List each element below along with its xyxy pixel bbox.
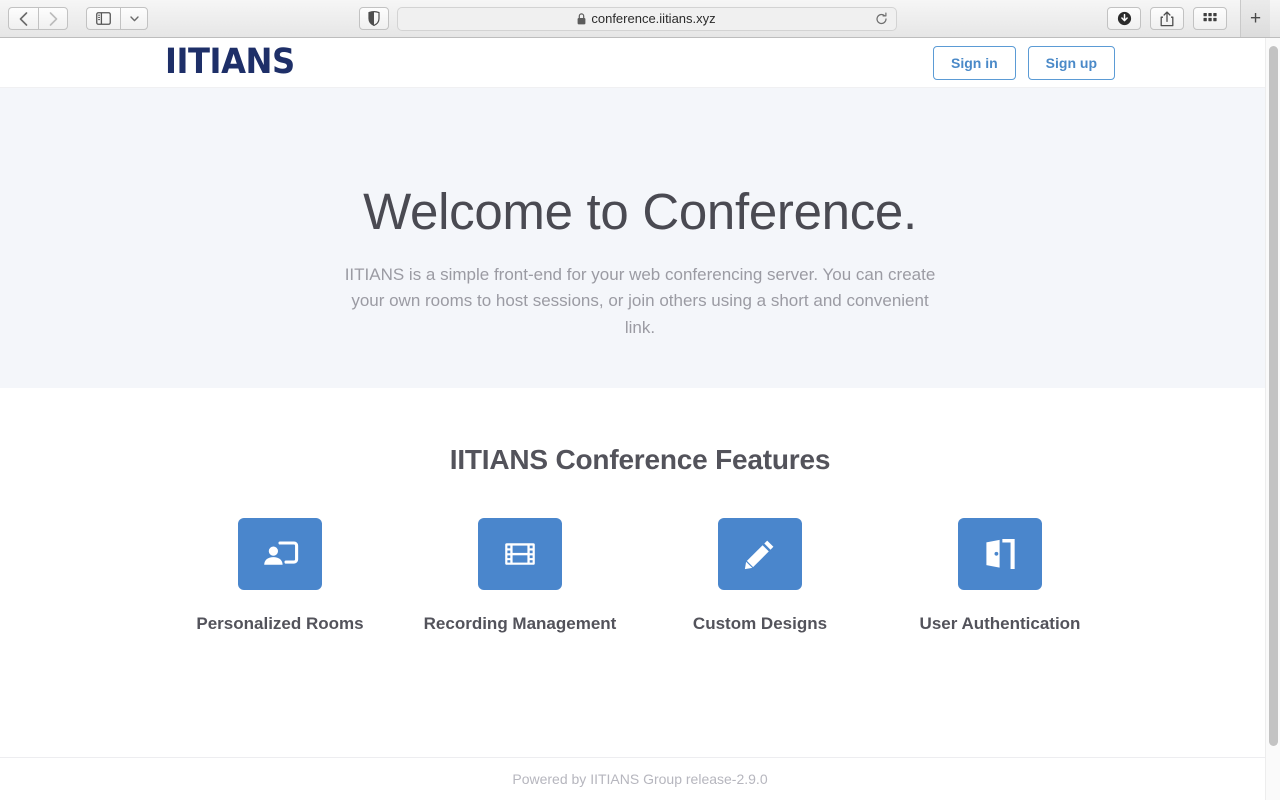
chevron-left-icon [19, 11, 28, 26]
browser-toolbar: conference.iitians.xyz + [0, 0, 1280, 38]
vertical-scrollbar[interactable] [1265, 38, 1280, 800]
share-button[interactable] [1150, 7, 1184, 30]
chevron-down-icon [129, 15, 139, 21]
feature-label: Personalized Rooms [196, 614, 364, 633]
url-content: conference.iitians.xyz [577, 11, 716, 26]
features-title: IITIANS Conference Features [449, 444, 831, 475]
feature-grid: Personalized Rooms Recording Management … [0, 518, 1280, 634]
sidebar-toggle-icon [96, 12, 111, 25]
privacy-report-button[interactable] [358, 7, 389, 30]
feature-user-authentication: User Authentication [880, 518, 1120, 634]
url-text: conference.iitians.xyz [591, 11, 716, 26]
browser-nav-group [8, 7, 148, 30]
sidebar-options-button[interactable] [120, 7, 148, 30]
feature-personalized-rooms: Personalized Rooms [160, 518, 400, 634]
tab-overview-button[interactable] [1193, 7, 1227, 30]
feature-label: User Authentication [919, 614, 1081, 633]
nav-buttons [8, 7, 68, 30]
features-section: IITIANS Conference Features Personalized… [0, 388, 1280, 634]
feature-icon-tile [238, 518, 322, 590]
privacy-shield-icon [367, 11, 380, 26]
forward-button[interactable] [38, 7, 68, 30]
site-logo[interactable]: IITIANS [165, 45, 295, 80]
feature-icon-tile [478, 518, 562, 590]
downloads-icon [1117, 11, 1131, 26]
reload-icon [875, 12, 887, 24]
share-icon [1160, 10, 1174, 26]
feature-label: Recording Management [423, 614, 617, 633]
browser-actions-group: + [1107, 0, 1272, 37]
hero-section: Welcome to Conference. IITIANS is a simp… [0, 88, 1280, 388]
feature-label: Custom Designs [692, 614, 828, 633]
chevron-right-icon [49, 11, 57, 26]
downloads-button[interactable] [1107, 7, 1141, 30]
back-button[interactable] [8, 7, 38, 30]
auth-buttons: Sign in Sign up [933, 45, 1115, 80]
sidebar-toggle-button[interactable] [86, 7, 120, 30]
url-bar[interactable]: conference.iitians.xyz [396, 6, 897, 31]
page-content: IITIANS Sign in Sign up Welcome to Confe… [0, 38, 1280, 800]
sign-up-button[interactable]: Sign up [1027, 45, 1115, 80]
scrollbar-thumb[interactable] [1269, 46, 1278, 746]
pencil-icon [744, 540, 774, 570]
feature-icon-tile [958, 518, 1042, 590]
lock-icon [577, 12, 586, 24]
tab-overview-icon [1203, 12, 1217, 21]
address-bar-area: conference.iitians.xyz [148, 6, 1107, 31]
feature-custom-designs: Custom Designs [640, 518, 880, 634]
film-strip-icon [505, 543, 535, 565]
feature-icon-tile [718, 518, 802, 590]
sign-in-button[interactable]: Sign in [933, 45, 1016, 80]
feature-recording-management: Recording Management [400, 518, 640, 634]
door-exit-icon [986, 539, 1015, 569]
present-to-person-icon [264, 541, 299, 565]
page-title: Welcome to Conference. [363, 183, 917, 240]
site-header: IITIANS Sign in Sign up [0, 38, 1280, 88]
sidebar-toggle-group [86, 7, 148, 30]
new-tab-button[interactable]: + [1240, 0, 1270, 37]
hero-subtitle: IITIANS is a simple front-end for your w… [344, 265, 936, 337]
reload-button[interactable] [875, 12, 888, 25]
footer-text: Powered by IITIANS Group release-2.9.0 [512, 771, 768, 787]
site-footer: Powered by IITIANS Group release-2.9.0 [0, 757, 1280, 800]
